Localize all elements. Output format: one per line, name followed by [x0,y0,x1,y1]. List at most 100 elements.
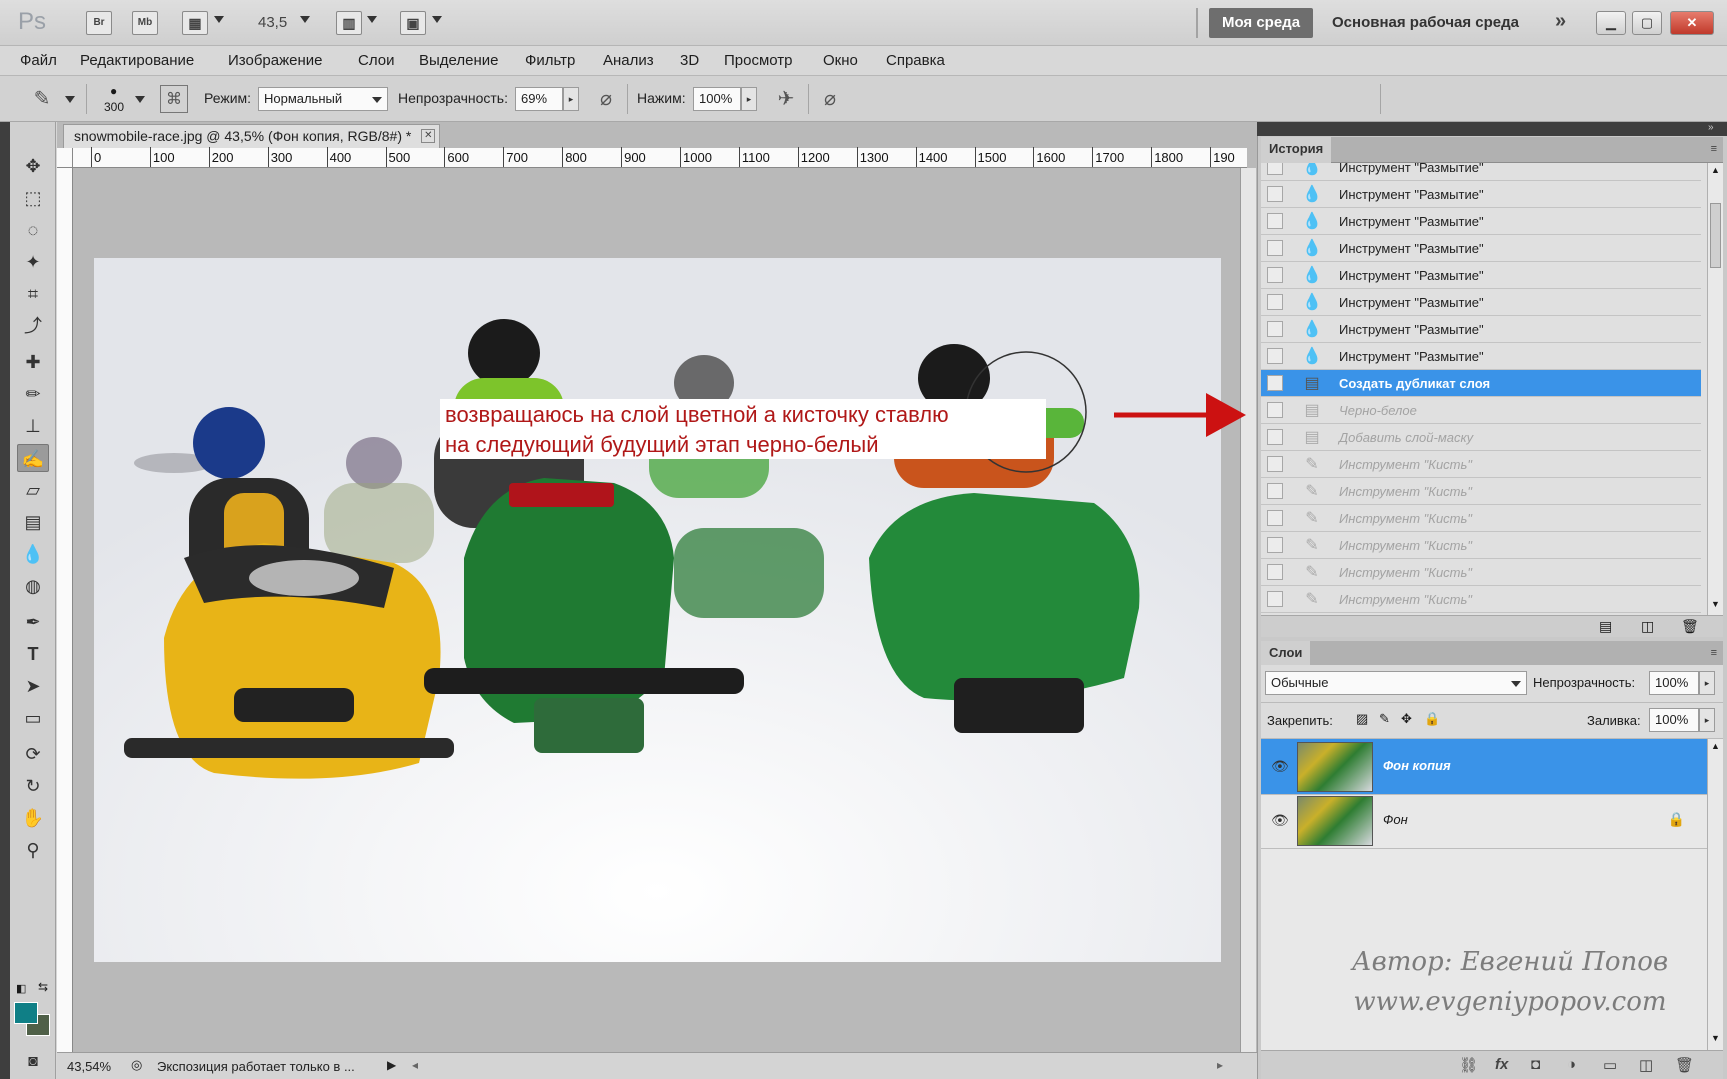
swap-colors-icon[interactable]: ⇆ [38,980,48,994]
close-icon[interactable]: ✕ [421,129,436,143]
history-source-checkbox[interactable] [1267,537,1283,553]
hand-tool-icon[interactable]: ✋ [17,804,49,832]
new-layer-icon[interactable]: ◫ [1639,1056,1653,1074]
history-source-checkbox[interactable] [1267,240,1283,256]
history-source-checkbox[interactable] [1267,375,1283,391]
type-tool-icon[interactable]: T [17,640,49,668]
scroll-down-icon[interactable]: ▼ [1711,1033,1720,1043]
flow-field[interactable]: 100% [693,87,741,111]
menu-file[interactable]: Файл [20,52,57,69]
new-document-from-state-icon[interactable]: ▤ [1599,618,1612,635]
collapse-dock-icon[interactable]: » [1708,122,1714,133]
history-source-checkbox[interactable] [1267,510,1283,526]
zoom-level[interactable]: 43,5 [258,14,287,31]
close-button[interactable]: ✕ [1670,11,1714,35]
layer-thumbnail[interactable] [1297,742,1373,792]
history-source-checkbox[interactable] [1267,163,1283,175]
history-item[interactable]: ▤ Черно-белое [1261,397,1701,424]
clone-stamp-tool-icon[interactable]: ⊥ [17,412,49,440]
panel-menu-icon[interactable]: ≡ [1711,143,1717,155]
airbrush-icon[interactable]: ✈ [772,85,800,113]
info-icon[interactable]: ◎ [131,1057,142,1073]
minimize-button[interactable]: ▁ [1596,11,1626,35]
history-item[interactable]: ▤ Добавить слой-маску [1261,424,1701,451]
workspace-essentials-button[interactable]: Основная рабочая среда [1332,14,1519,31]
scroll-up-icon[interactable]: ▲ [1711,741,1720,751]
menu-window[interactable]: Окно [823,52,858,69]
blend-mode-select[interactable]: Нормальный [258,87,388,111]
menu-analysis[interactable]: Анализ [603,52,654,69]
history-source-checkbox[interactable] [1267,483,1283,499]
chevron-down-icon[interactable] [432,16,442,23]
brush-panel-toggle-icon[interactable]: ⌘ [160,85,188,113]
menu-view[interactable]: Просмотр [724,52,793,69]
history-item[interactable]: ✎ Инструмент "Кисть" [1261,532,1701,559]
history-source-checkbox[interactable] [1267,591,1283,607]
history-item[interactable]: 💧 Инструмент "Размытие" [1261,289,1701,316]
quick-select-tool-icon[interactable]: ✦ [17,248,49,276]
canvas-image[interactable] [94,258,1221,962]
history-source-checkbox[interactable] [1267,267,1283,283]
history-item[interactable]: 💧 Инструмент "Размытие" [1261,163,1701,181]
history-source-checkbox[interactable] [1267,321,1283,337]
trash-icon[interactable]: 🗑 [1675,1056,1694,1074]
gradient-tool-icon[interactable]: ▤ [17,508,49,536]
chevron-down-icon[interactable] [300,16,310,23]
pressure-opacity-icon[interactable]: ⌀ [592,85,620,113]
zoom-tool-icon[interactable]: ⚲ [17,836,49,864]
crop-tool-icon[interactable]: ⌗ [17,280,49,308]
history-item[interactable]: 💧 Инструмент "Размытие" [1261,235,1701,262]
chevron-down-icon[interactable] [135,96,145,103]
menu-filter[interactable]: Фильтр [525,52,575,69]
3d-rotate-tool-icon[interactable]: ⟳ [17,740,49,768]
new-snapshot-icon[interactable]: ◫ [1641,618,1654,635]
eye-icon[interactable]: 👁 [1271,812,1291,828]
scroll-up-icon[interactable]: ▲ [1711,165,1720,175]
path-selection-tool-icon[interactable]: ➤ [17,672,49,700]
layer-thumbnail[interactable] [1297,796,1373,846]
lasso-tool-icon[interactable]: ◌ [17,216,49,244]
history-item[interactable]: 💧 Инструмент "Размытие" [1261,343,1701,370]
history-item[interactable]: ✎ Инструмент "Кисть" [1261,451,1701,478]
lock-pixels-icon[interactable]: ✎ [1379,711,1390,727]
pressure-size-icon[interactable]: ⌀ [816,85,844,113]
layer-blend-mode-select[interactable]: Обычные [1265,671,1527,695]
history-item[interactable]: ✎ Инструмент "Кисть" [1261,505,1701,532]
link-layers-icon[interactable]: ⛓ [1459,1056,1478,1074]
menu-layer[interactable]: Слои [358,52,394,69]
brush-preview-icon[interactable]: ● [110,84,117,98]
tool-preset-brush-icon[interactable]: ✎ [28,85,56,113]
pen-tool-icon[interactable]: ✒ [17,608,49,636]
3d-orbit-tool-icon[interactable]: ↻ [17,772,49,800]
eye-icon[interactable]: 👁 [1271,758,1291,774]
new-group-icon[interactable]: ▭ [1603,1056,1617,1074]
scroll-left-icon[interactable]: ◂ [412,1058,418,1072]
layer-name[interactable]: Фон копия [1383,758,1451,773]
vertical-scrollbar[interactable] [1240,168,1256,1052]
history-scrollbar[interactable]: ▲ ▼ [1707,163,1723,615]
chevron-down-icon[interactable] [65,96,75,103]
healing-brush-tool-icon[interactable]: ✚ [17,348,49,376]
bridge-button[interactable]: Br [86,11,112,35]
menu-image[interactable]: Изображение [228,52,323,69]
layer-row[interactable]: 👁 Фон 🔒 [1261,793,1707,849]
menu-edit[interactable]: Редактирование [80,52,194,69]
history-item[interactable]: ✎ Инструмент "Кисть" [1261,559,1701,586]
default-colors-icon[interactable]: ◧ [16,982,26,995]
eyedropper-tool-icon[interactable]: ⤴ [17,312,49,340]
history-item[interactable]: 💧 Инструмент "Размытие" [1261,316,1701,343]
history-source-checkbox[interactable] [1267,564,1283,580]
chevron-down-icon[interactable] [367,16,377,23]
extras-icon[interactable]: ▦ [182,11,208,35]
more-workspaces-icon[interactable]: » [1555,10,1566,33]
mini-bridge-button[interactable]: Mb [132,11,158,35]
shape-tool-icon[interactable]: ▭ [17,704,49,732]
history-source-checkbox[interactable] [1267,402,1283,418]
history-item[interactable]: 💧 Инструмент "Размытие" [1261,181,1701,208]
marquee-tool-icon[interactable]: ⬚ [17,184,49,212]
lock-position-icon[interactable]: ✥ [1401,711,1412,727]
blur-tool-icon[interactable]: 💧 [17,540,49,568]
menu-3d[interactable]: 3D [680,52,699,69]
opacity-field[interactable]: 69% [515,87,563,111]
history-source-checkbox[interactable] [1267,186,1283,202]
